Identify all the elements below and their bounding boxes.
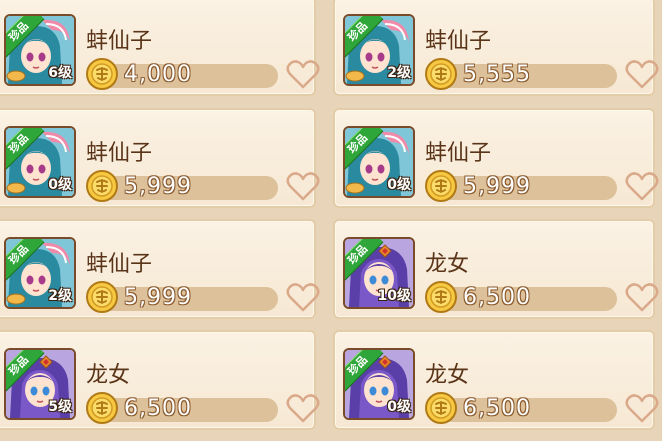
gold-coin-icon [86, 392, 118, 424]
character-portrait: 珍品 2级 [343, 14, 415, 86]
price-value: 5,999 [124, 285, 192, 310]
gold-coin-icon [425, 58, 457, 90]
character-name: 龙女 [425, 363, 470, 388]
gold-coin-icon [425, 281, 457, 313]
character-name: 蚌仙子 [425, 29, 492, 54]
character-portrait: 珍品 0级 [343, 348, 415, 420]
character-portrait: 珍品 0级 [4, 126, 76, 198]
listing-card[interactable]: 珍品 2级 蚌仙子 5,999 [0, 219, 320, 319]
heart-outline-icon[interactable] [625, 172, 659, 202]
character-portrait: 珍品 6级 [4, 14, 76, 86]
price-value: 5,555 [463, 62, 531, 87]
heart-outline-icon[interactable] [286, 283, 320, 313]
heart-outline-icon[interactable] [625, 60, 659, 90]
price-value: 4,000 [124, 62, 192, 87]
character-name: 蚌仙子 [86, 29, 153, 54]
heart-outline-icon[interactable] [286, 172, 320, 202]
character-name: 蚌仙子 [425, 141, 492, 166]
listing-card[interactable]: 珍品 0级 龙女 6,500 [333, 330, 659, 430]
character-name: 龙女 [425, 252, 470, 277]
listing-card[interactable]: 珍品 0级 蚌仙子 5,999 [0, 108, 320, 208]
character-name: 蚌仙子 [86, 252, 153, 277]
character-portrait: 珍品 2级 [4, 237, 76, 309]
heart-outline-icon[interactable] [625, 394, 659, 424]
level-label: 0级 [387, 399, 411, 415]
level-label: 0级 [387, 177, 411, 193]
gold-coin-icon [425, 392, 457, 424]
heart-outline-icon[interactable] [625, 283, 659, 313]
character-portrait: 珍品 5级 [4, 348, 76, 420]
character-portrait: 珍品 0级 [343, 126, 415, 198]
price-value: 6,500 [124, 396, 192, 421]
gold-coin-icon [425, 170, 457, 202]
character-name: 蚌仙子 [86, 141, 153, 166]
price-value: 6,500 [463, 285, 531, 310]
price-value: 5,999 [463, 174, 531, 199]
heart-outline-icon[interactable] [286, 60, 320, 90]
level-label: 2级 [387, 65, 411, 81]
character-name: 龙女 [86, 363, 131, 388]
level-label: 5级 [48, 399, 72, 415]
listing-card[interactable]: 珍品 2级 蚌仙子 5,555 [333, 0, 659, 96]
listing-card[interactable]: 珍品 6级 蚌仙子 4,000 [0, 0, 320, 96]
gold-coin-icon [86, 170, 118, 202]
level-label: 2级 [48, 288, 72, 304]
listing-grid: 珍品 6级 蚌仙子 4,000 珍品 2级 蚌仙子 5,555 珍品 0级 蚌仙子 5,999 珍… [0, 0, 662, 441]
price-value: 5,999 [124, 174, 192, 199]
gold-coin-icon [86, 281, 118, 313]
price-value: 6,500 [463, 396, 531, 421]
level-label: 10级 [377, 288, 411, 304]
level-label: 0级 [48, 177, 72, 193]
character-portrait: 珍品 10级 [343, 237, 415, 309]
gold-coin-icon [86, 58, 118, 90]
level-label: 6级 [48, 65, 72, 81]
heart-outline-icon[interactable] [286, 394, 320, 424]
listing-card[interactable]: 珍品 0级 蚌仙子 5,999 [333, 108, 659, 208]
listing-card[interactable]: 珍品 5级 龙女 6,500 [0, 330, 320, 430]
listing-card[interactable]: 珍品 10级 龙女 6,500 [333, 219, 659, 319]
